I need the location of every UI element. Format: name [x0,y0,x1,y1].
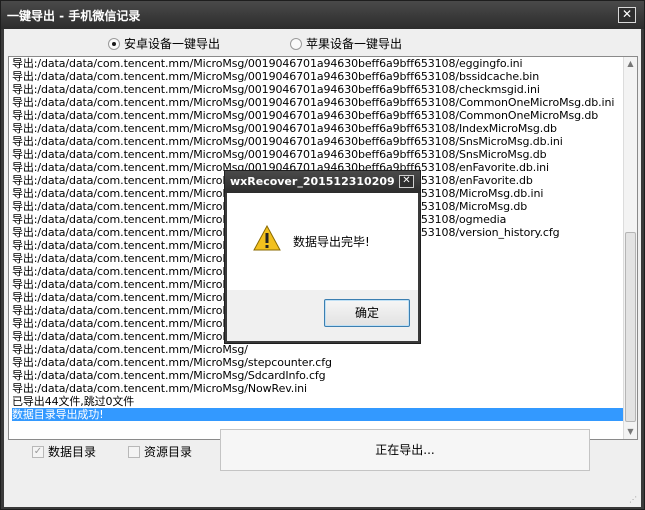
ok-button[interactable]: 确定 [324,299,410,327]
scroll-down-icon[interactable]: ▼ [624,425,637,439]
log-line[interactable]: 导出:/data/data/com.tencent.mm/MicroMsg/00… [12,109,624,122]
checkbox-res-dir-label: 资源目录 [144,445,193,459]
log-line[interactable]: 导出:/data/data/com.tencent.mm/MicroMsg/00… [12,148,624,161]
log-line[interactable]: 导出:/data/data/com.tencent.mm/MicroMsg/00… [12,70,624,83]
dialog-title-bar[interactable]: wxRecover_201512310209 ✕ [225,171,420,193]
checkbox-data-dir-box[interactable]: ✓ [32,445,44,458]
log-line[interactable]: 导出:/data/data/com.tencent.mm/MicroMsg/00… [12,57,624,70]
log-line[interactable]: 导出:/data/data/com.tencent.mm/MicroMsg/st… [12,356,624,369]
checkbox-res-dir-box[interactable] [128,445,140,458]
log-line[interactable]: 导出:/data/data/com.tencent.mm/MicroMsg/00… [12,96,624,109]
log-line[interactable]: 导出:/data/data/com.tencent.mm/MicroMsg/00… [12,135,624,148]
size-grip-icon[interactable]: ⋰ [629,495,639,505]
dialog-close-button[interactable]: ✕ [399,175,414,188]
message-dialog: wxRecover_201512310209 ✕ 数据导出完毕! 确定 [224,170,421,344]
radio-apple[interactable]: 苹果设备一键导出 [290,35,402,52]
log-line[interactable]: 已导出44文件,跳过0文件 [12,395,624,408]
dialog-footer: 确定 [227,290,418,341]
close-button[interactable]: ✕ [618,7,636,23]
log-line[interactable]: 数据目录导出成功! [12,408,624,421]
export-status-button[interactable]: 正在导出... [220,429,590,471]
checkbox-res-dir[interactable]: 资源目录 [128,443,192,460]
title-bar[interactable]: 一键导出 - 手机微信记录 ✕ [1,1,644,29]
log-line[interactable]: 导出:/data/data/com.tencent.mm/MicroMsg/00… [12,122,624,135]
log-scrollbar[interactable]: ▲ ▼ [623,57,637,439]
mode-selector: 安卓设备一键导出 苹果设备一键导出 [4,32,641,54]
scroll-thumb[interactable] [625,232,636,422]
warning-icon [253,225,281,251]
log-line[interactable]: 导出:/data/data/com.tencent.mm/MicroMsg/Sd… [12,369,624,382]
window-title: 一键导出 - 手机微信记录 [7,9,141,23]
log-line[interactable]: 导出:/data/data/com.tencent.mm/MicroMsg/ [12,343,624,356]
radio-apple-label: 苹果设备一键导出 [306,37,403,51]
log-line[interactable]: 导出:/data/data/com.tencent.mm/MicroMsg/No… [12,382,624,395]
radio-android-dot[interactable] [108,37,120,50]
radio-android[interactable]: 安卓设备一键导出 [108,35,220,52]
dialog-message: 数据导出完毕! [293,235,370,249]
dialog-body: 数据导出完毕! [227,193,418,290]
scroll-up-icon[interactable]: ▲ [624,57,637,71]
radio-apple-dot[interactable] [290,37,302,50]
main-window: 一键导出 - 手机微信记录 ✕ 安卓设备一键导出 苹果设备一键导出 导出:/da… [0,0,645,510]
radio-android-label: 安卓设备一键导出 [124,37,221,51]
checkbox-data-dir-label: 数据目录 [48,445,97,459]
dialog-title: wxRecover_201512310209 [230,175,395,188]
log-line[interactable]: 导出:/data/data/com.tencent.mm/MicroMsg/00… [12,83,624,96]
checkbox-data-dir[interactable]: ✓ 数据目录 [32,443,96,460]
